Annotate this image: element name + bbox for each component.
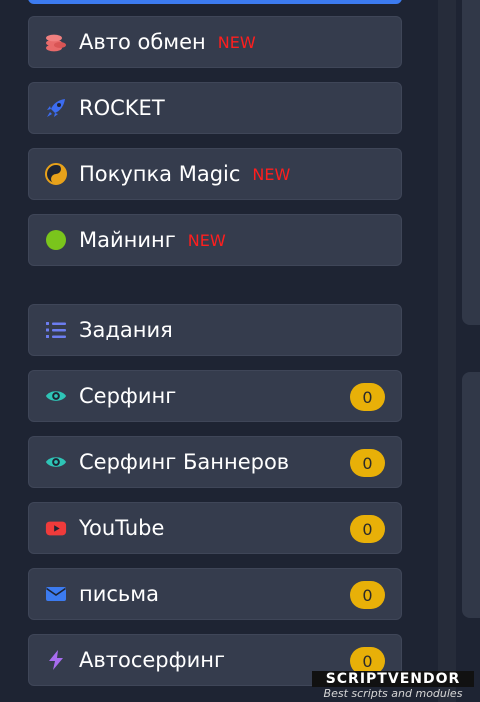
menu-item-label: письма: [79, 582, 160, 606]
new-badge: NEW: [217, 32, 256, 52]
menu-item-youtube[interactable]: YouTube 0: [28, 502, 402, 554]
menu-item-tasks[interactable]: Задания: [28, 304, 402, 356]
menu-item-label: Автосерфинг: [79, 648, 225, 672]
content-card-top: [462, 0, 480, 325]
menu-item-surfing[interactable]: Серфинг 0: [28, 370, 402, 422]
count-badge: 0: [350, 515, 385, 543]
eye-icon: [45, 451, 67, 473]
menu-item-label: Задания: [79, 318, 173, 342]
youtube-icon: [45, 517, 67, 539]
eye-icon: [45, 385, 67, 407]
count-badge: 0: [350, 581, 385, 609]
content-card-middle: [462, 372, 480, 618]
coins-icon: [45, 31, 67, 53]
menu-item-label: Серфинг: [79, 384, 177, 408]
sidebar: Авто обмен NEW ROCKET Покупка Magic NEW: [0, 0, 438, 702]
lightning-icon: [45, 649, 67, 671]
menu-item-label: ROCKET: [79, 96, 165, 120]
count-badge: 0: [350, 449, 385, 477]
content-gap: [438, 0, 456, 702]
menu-item-letters[interactable]: письма 0: [28, 568, 402, 620]
new-badge: NEW: [187, 230, 226, 250]
menu-item-label: Серфинг Баннеров: [79, 450, 290, 474]
menu-item-mining[interactable]: Майнинг NEW: [28, 214, 402, 266]
list-icon: [45, 319, 67, 341]
watermark: SCRIPTVENDOR Best scripts and modules: [312, 671, 474, 700]
rocket-icon: [45, 97, 67, 119]
watermark-title: SCRIPTVENDOR: [312, 671, 474, 687]
active-menu-item-edge[interactable]: [28, 0, 402, 4]
menu-item-label: Авто обмен: [79, 30, 206, 54]
menu-item-label: Покупка Magic: [79, 162, 241, 186]
menu-item-rocket[interactable]: ROCKET: [28, 82, 402, 134]
watermark-subtitle: Best scripts and modules: [323, 687, 463, 700]
green-circle-icon: [45, 229, 67, 251]
yin-yang-icon: [45, 163, 67, 185]
envelope-icon: [45, 583, 67, 605]
new-badge: NEW: [252, 164, 291, 184]
menu-item-label: Майнинг: [79, 228, 176, 252]
menu-item-buy-magic[interactable]: Покупка Magic NEW: [28, 148, 402, 200]
menu-item-label: YouTube: [79, 516, 165, 540]
menu-item-banner-surfing[interactable]: Серфинг Баннеров 0: [28, 436, 402, 488]
menu-item-auto-exchange[interactable]: Авто обмен NEW: [28, 16, 402, 68]
count-badge: 0: [350, 383, 385, 411]
